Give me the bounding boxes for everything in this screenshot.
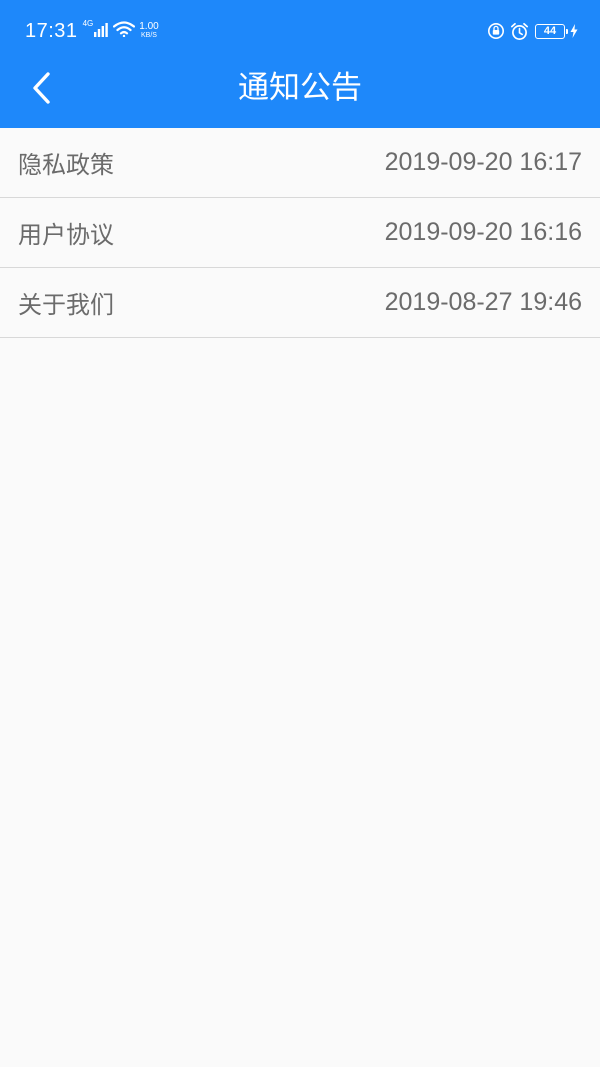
speed-unit: KB/S xyxy=(140,32,157,39)
alarm-icon xyxy=(510,22,529,41)
signal-icon xyxy=(94,22,109,41)
battery-icon: 44 xyxy=(535,23,568,39)
speed-value: 1.00 xyxy=(139,21,159,32)
notice-title: 隐私政策 xyxy=(18,151,114,179)
notice-title: 用户协议 xyxy=(18,221,114,249)
battery-level: 44 xyxy=(543,25,557,37)
rotation-lock-icon xyxy=(487,22,505,40)
notice-list: 隐私政策 2019-09-20 16:17 用户协议 2019-09-20 16… xyxy=(0,128,600,338)
network-type: 4G xyxy=(82,19,94,28)
notice-item-privacy-policy[interactable]: 隐私政策 2019-09-20 16:17 xyxy=(0,128,600,198)
status-bar: 17:31 4G 1.00 KB/S 44 xyxy=(0,0,600,60)
notice-title: 关于我们 xyxy=(18,291,114,319)
status-right: 44 xyxy=(487,20,578,42)
notice-date: 2019-09-20 16:16 xyxy=(384,218,582,246)
notice-date: 2019-08-27 19:46 xyxy=(384,288,582,316)
charging-bolt-icon xyxy=(570,24,578,38)
app-bar: 通知公告 xyxy=(0,60,600,128)
notice-item-user-agreement[interactable]: 用户协议 2019-09-20 16:16 xyxy=(0,198,600,268)
notice-date: 2019-09-20 16:17 xyxy=(384,148,582,176)
page-title: 通知公告 xyxy=(238,70,362,106)
network-speed: 1.00 KB/S xyxy=(139,22,158,40)
notice-item-about-us[interactable]: 关于我们 2019-08-27 19:46 xyxy=(0,268,600,338)
status-left: 17:31 4G 1.00 KB/S xyxy=(25,18,159,44)
status-time: 17:31 xyxy=(25,19,78,42)
wifi-icon xyxy=(113,21,136,41)
